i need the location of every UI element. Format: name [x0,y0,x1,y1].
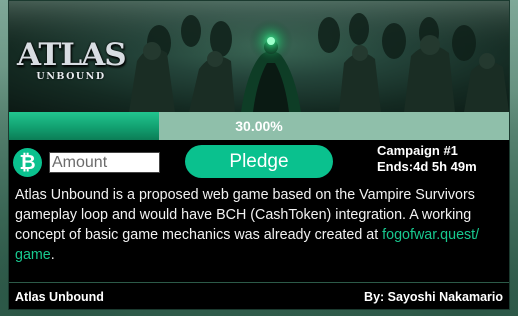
footer-author: By: Sayoshi Nakamario [364,290,503,304]
bch-icon: ₿ [13,148,42,177]
campaign-card: ATLAS UNBOUND 30.00% ₿ Pledge Campaign #… [8,0,510,310]
campaign-number: Campaign #1 [377,143,458,158]
amount-input[interactable] [49,152,160,173]
campaign-info: Campaign #1 Ends:4d 5h 49m [377,143,507,175]
pledge-button[interactable]: Pledge [185,145,333,178]
hero-image: ATLAS UNBOUND [9,1,509,112]
campaign-ends: Ends:4d 5h 49m [377,159,477,174]
funding-progress-bar: 30.00% [9,112,509,140]
progress-percent: 30.00% [235,118,283,134]
atlas-unbound-logo: ATLAS UNBOUND [15,23,127,101]
logo-subtitle: UNBOUND [36,71,106,82]
card-footer: Atlas Unbound By: Sayoshi Nakamario [9,282,509,309]
description-trailing: . [50,247,55,263]
footer-title: Atlas Unbound [15,290,104,304]
campaign-description: Atlas Unbound is a proposed web game bas… [15,185,507,265]
logo-title: ATLAS [17,37,127,73]
